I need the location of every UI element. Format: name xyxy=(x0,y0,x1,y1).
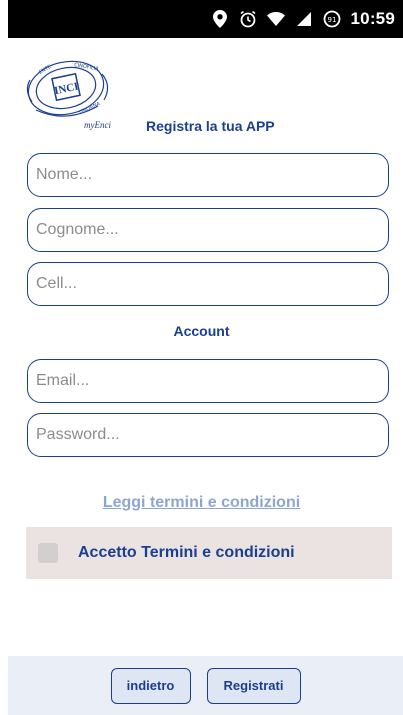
accept-terms-row[interactable]: Accetto Termini e condizioni xyxy=(26,527,392,579)
status-bar: 91 10:59 xyxy=(8,0,403,38)
accept-terms-label: Accetto Termini e condizioni xyxy=(78,544,295,561)
svg-text:myEnci: myEnci xyxy=(84,120,111,130)
account-section-title: Account xyxy=(173,323,230,339)
location-pin-icon xyxy=(211,10,229,28)
nome-field[interactable] xyxy=(27,153,389,197)
battery-icon: 91 xyxy=(323,10,341,28)
terms-link[interactable]: Leggi termini e condizioni xyxy=(0,494,403,512)
page-title: Registra la tua APP xyxy=(146,118,275,134)
wifi-icon xyxy=(266,10,285,28)
app-logo: INCI ENTE CINOFILIA ITALIANA myEnci xyxy=(20,50,116,132)
cell-field[interactable] xyxy=(27,262,389,306)
cognome-field[interactable] xyxy=(27,208,389,252)
bottom-action-bar: indietro Registrati xyxy=(8,656,403,715)
email-field[interactable] xyxy=(27,359,389,403)
signal-icon xyxy=(295,10,313,28)
password-field[interactable] xyxy=(27,413,389,457)
svg-text:ENTE: ENTE xyxy=(38,64,52,76)
accept-terms-checkbox[interactable] xyxy=(38,543,58,563)
register-button[interactable]: Registrati xyxy=(206,667,301,704)
status-time: 10:59 xyxy=(350,9,395,28)
svg-text:91: 91 xyxy=(327,16,336,24)
alarm-icon xyxy=(239,10,257,28)
back-button[interactable]: indietro xyxy=(110,667,191,704)
